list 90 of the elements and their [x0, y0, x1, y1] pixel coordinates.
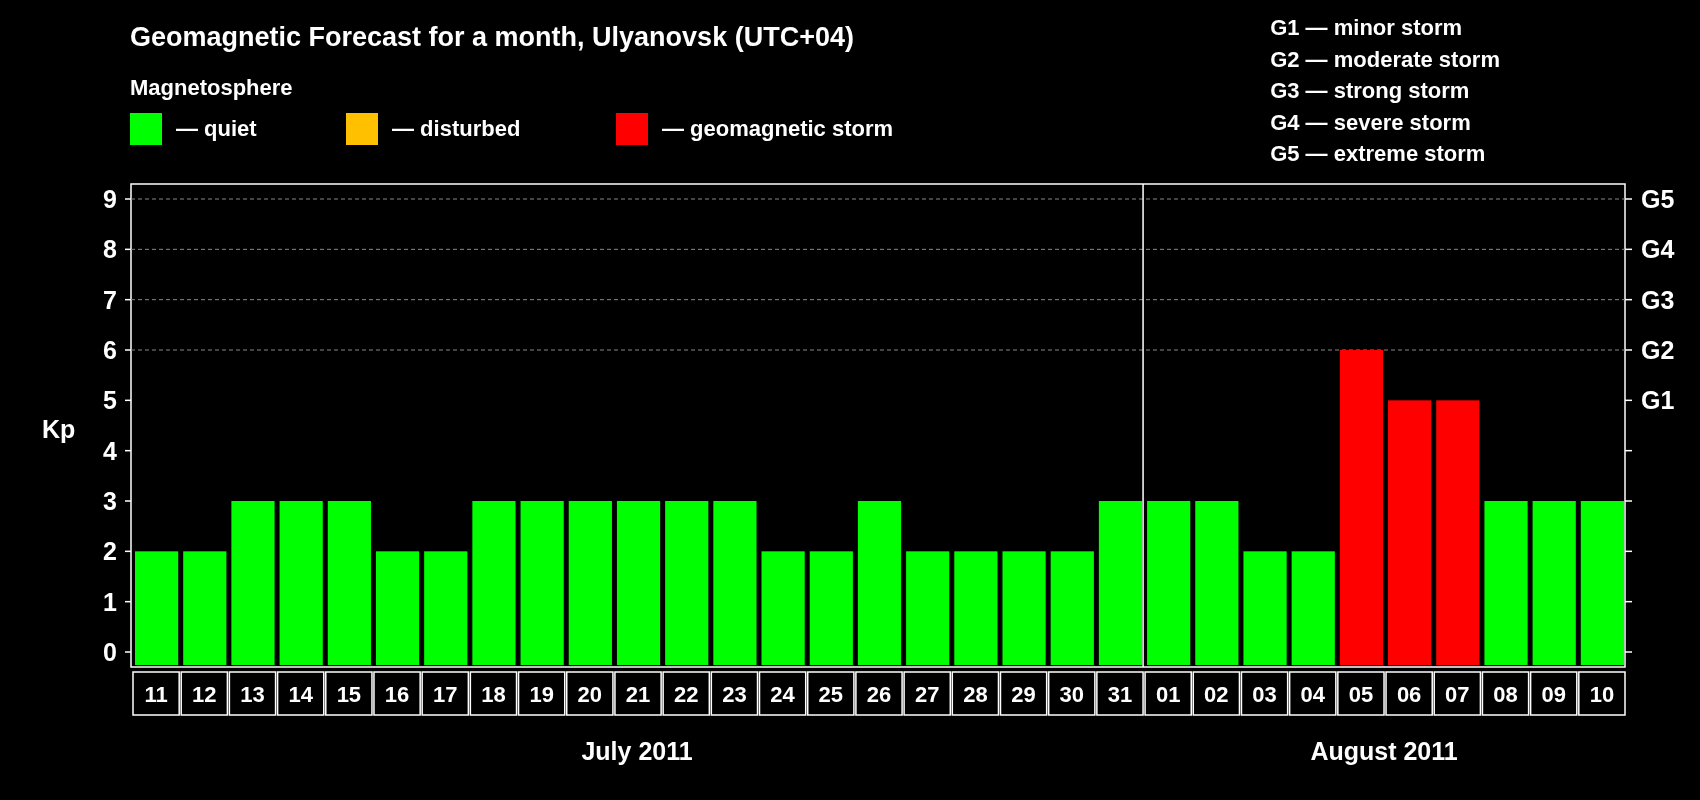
date-cell: 29: [999, 671, 1048, 716]
x-tick-label: 29: [1011, 682, 1036, 707]
storm-scale-entry: G1 — minor storm: [1270, 14, 1464, 42]
x-tick-label: 13: [240, 682, 265, 707]
legend-label: — quiet: [176, 116, 257, 142]
x-tick-label: 10: [1589, 682, 1615, 707]
legend-label: — geomagnetic storm: [662, 116, 894, 142]
date-cell: 19: [517, 671, 566, 716]
y-tick-label: 0: [103, 638, 117, 666]
date-cell: 24: [758, 671, 807, 716]
x-tick-label: 14: [288, 682, 314, 707]
y-tick-label: 6: [103, 336, 117, 364]
chart-title: Geomagnetic Forecast for a month, Ulyanovsk (UTC+04): [130, 22, 855, 53]
x-tick-label: 01: [1155, 682, 1181, 707]
x-tick-label: 25: [818, 682, 844, 707]
y-tick-label: 9: [103, 185, 117, 213]
storm-scale-entry: G5 — extreme storm: [1270, 140, 1487, 168]
x-tick-label: 15: [336, 682, 362, 707]
date-cell: 04: [1288, 671, 1337, 716]
y-tick-label: 3: [103, 487, 117, 515]
date-cell: 11: [132, 671, 180, 716]
month-label: July 2011: [581, 737, 693, 765]
month-label: August 2011: [1310, 737, 1458, 765]
date-cell: 23: [710, 671, 759, 716]
y-tick-label: 1: [103, 587, 117, 616]
x-tick-label: 17: [433, 682, 458, 707]
x-tick-label: 27: [914, 682, 940, 707]
date-cell: 31: [1096, 671, 1144, 716]
storm-level-label: G5: [1641, 185, 1675, 213]
y-tick-label: 2: [103, 537, 117, 566]
date-cell: 20: [566, 671, 614, 716]
date-cell: 22: [662, 671, 711, 716]
x-tick-label: 08: [1493, 682, 1518, 707]
y-tick-label: 4: [103, 436, 117, 465]
storm-scale-entry: G4 — severe storm: [1270, 108, 1472, 137]
storm-scale-entry: G3 — strong storm: [1270, 77, 1471, 105]
date-cell: 09: [1529, 671, 1578, 716]
date-cell: 01: [1144, 671, 1192, 716]
x-tick-label: 19: [529, 682, 554, 707]
x-tick-label: 16: [384, 682, 410, 707]
x-tick-label: 18: [481, 682, 506, 707]
x-tick-label: 20: [577, 682, 603, 707]
x-tick-label: 30: [1059, 682, 1085, 707]
date-cell: 21: [614, 671, 662, 716]
x-tick-label: 06: [1396, 682, 1422, 707]
date-cell: 16: [373, 671, 421, 716]
y-axis-label: Kp: [42, 415, 76, 443]
date-cell: 02: [1192, 671, 1241, 716]
storm-level-label: G1: [1641, 386, 1675, 415]
y-tick-label: 7: [103, 285, 117, 314]
date-cell: 26: [855, 671, 903, 716]
date-cell: 06: [1385, 671, 1433, 716]
x-tick-label: 11: [144, 682, 168, 707]
date-cell: 08: [1481, 671, 1530, 716]
storm-level-label: G3: [1641, 285, 1675, 314]
x-tick-label: 22: [673, 682, 699, 707]
x-tick-label: 12: [192, 682, 217, 707]
date-cell: 07: [1433, 671, 1482, 716]
x-tick-label: 21: [625, 682, 651, 707]
x-tick-label: 28: [963, 682, 988, 707]
x-tick-label: 07: [1445, 682, 1470, 707]
y-tick-label: 5: [103, 386, 117, 415]
legend-label: — disturbed: [392, 116, 521, 142]
x-tick-label: 26: [866, 682, 892, 707]
date-cell: 13: [228, 671, 277, 716]
storm-scale-entry: G2 — moderate storm: [1270, 45, 1500, 74]
date-cell: 10: [1578, 671, 1626, 716]
date-cell: 12: [180, 671, 229, 716]
x-tick-label: 02: [1204, 682, 1229, 707]
x-tick-label: 03: [1252, 682, 1277, 707]
x-tick-label: 23: [722, 682, 747, 707]
date-cell: 15: [325, 671, 373, 716]
x-tick-label: 05: [1348, 682, 1374, 707]
date-cell: 05: [1337, 671, 1385, 716]
legend-heading: Magnetosphere: [130, 75, 294, 101]
x-tick-label: 09: [1541, 682, 1566, 707]
date-cell: 17: [421, 671, 470, 716]
date-cell: 27: [903, 671, 952, 716]
date-cell: 03: [1240, 671, 1289, 716]
storm-level-label: G4: [1641, 235, 1675, 264]
x-tick-label: 31: [1107, 682, 1133, 707]
date-cell: 14: [276, 671, 325, 716]
date-cell: 28: [951, 671, 1000, 716]
x-tick-label: 04: [1300, 682, 1326, 707]
storm-level-label: G2: [1641, 336, 1675, 364]
date-cell: 18: [469, 671, 518, 716]
date-cell: 25: [806, 671, 855, 716]
x-tick-label: 24: [770, 682, 796, 707]
date-cell: 30: [1047, 671, 1096, 716]
y-tick-label: 8: [103, 235, 117, 264]
